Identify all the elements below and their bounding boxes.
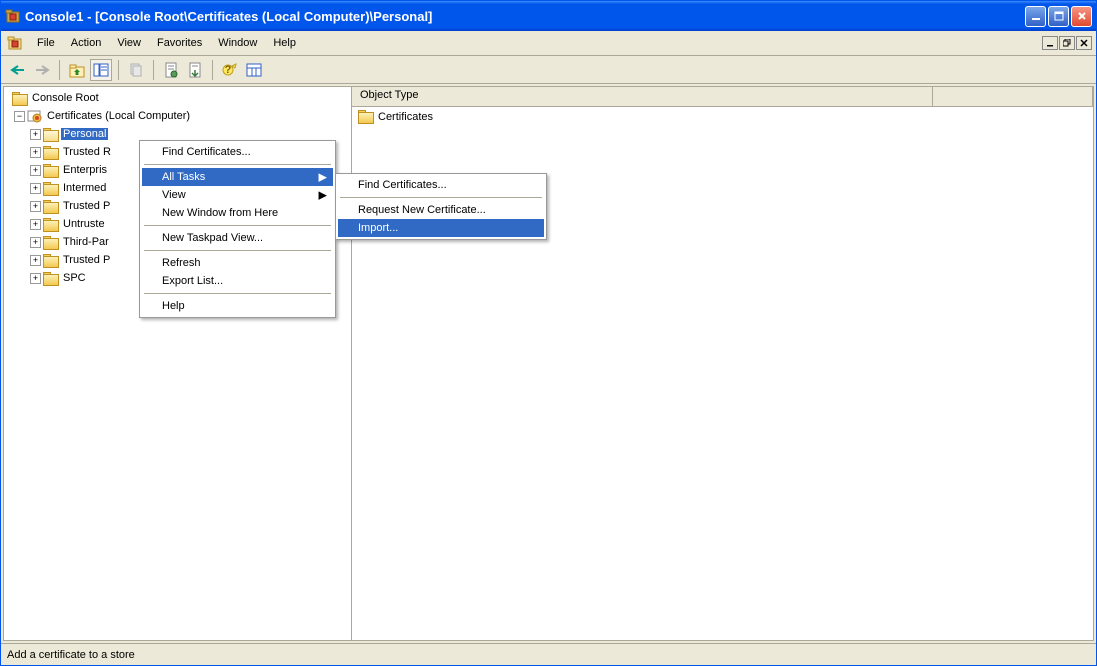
copy-button[interactable] — [125, 59, 147, 81]
folder-icon — [12, 92, 28, 105]
menu-favorites[interactable]: Favorites — [149, 33, 210, 53]
expand-icon[interactable]: + — [30, 273, 41, 284]
menu-separator — [144, 164, 331, 165]
folder-icon — [43, 254, 59, 267]
menu-refresh[interactable]: Refresh — [142, 254, 333, 272]
expand-icon[interactable]: + — [30, 183, 41, 194]
menu-view[interactable]: View — [109, 33, 149, 53]
menu-new-window[interactable]: New Window from Here — [142, 204, 333, 222]
context-submenu: Find Certificates... Request New Certifi… — [335, 173, 547, 240]
menu-action[interactable]: Action — [63, 33, 110, 53]
list-header[interactable]: Object Type — [352, 87, 1093, 107]
menu-separator — [144, 225, 331, 226]
mdi-minimize-button[interactable] — [1042, 36, 1058, 50]
submenu-arrow-icon: ▶ — [319, 171, 327, 184]
content-area: Console Root − Certificates (Local Compu… — [3, 86, 1094, 641]
folder-icon — [358, 110, 374, 123]
menu-view[interactable]: View▶ — [142, 186, 333, 204]
up-button[interactable] — [66, 59, 88, 81]
menu-help[interactable]: Help — [142, 297, 333, 315]
certificates-icon — [27, 108, 43, 124]
submenu-request-certificate[interactable]: Request New Certificate... — [338, 201, 544, 219]
mdi-buttons — [1042, 36, 1096, 50]
statusbar: Add a certificate to a store — [1, 643, 1096, 665]
menu-new-taskpad[interactable]: New Taskpad View... — [142, 229, 333, 247]
expand-icon[interactable]: + — [30, 165, 41, 176]
status-text: Add a certificate to a store — [7, 649, 135, 661]
tree-snapin[interactable]: − Certificates (Local Computer) — [8, 107, 351, 125]
minimize-button[interactable] — [1025, 6, 1046, 27]
expand-icon[interactable]: + — [30, 201, 41, 212]
expand-icon[interactable]: + — [30, 219, 41, 230]
folder-icon — [43, 146, 59, 159]
folder-icon — [43, 236, 59, 249]
folder-icon — [43, 218, 59, 231]
expand-icon[interactable]: + — [30, 237, 41, 248]
expand-icon[interactable]: + — [30, 147, 41, 158]
menu-window[interactable]: Window — [210, 33, 265, 53]
menu-separator — [340, 197, 542, 198]
window-buttons — [1025, 6, 1092, 27]
maximize-button[interactable] — [1048, 6, 1069, 27]
collapse-icon[interactable]: − — [14, 111, 25, 122]
submenu-find-certificates[interactable]: Find Certificates... — [338, 176, 544, 194]
toolbar-separator — [59, 60, 60, 80]
menu-file[interactable]: File — [29, 33, 63, 53]
toolbar-separator — [212, 60, 213, 80]
help-button[interactable]: ? — [219, 59, 241, 81]
tree-root[interactable]: Console Root — [8, 89, 351, 107]
list-item[interactable]: Certificates — [356, 109, 1089, 124]
expand-icon[interactable]: + — [30, 129, 41, 140]
menubar: File Action View Favorites Window Help — [29, 33, 1042, 53]
folder-icon — [43, 164, 59, 177]
mdi-close-button[interactable] — [1076, 36, 1092, 50]
menu-find-certificates[interactable]: Find Certificates... — [142, 143, 333, 161]
folder-icon — [43, 200, 59, 213]
menubar-container: File Action View Favorites Window Help — [1, 31, 1096, 56]
menu-help[interactable]: Help — [265, 33, 304, 53]
folder-icon — [43, 272, 59, 285]
document-icon — [5, 33, 25, 53]
submenu-import[interactable]: Import... — [338, 219, 544, 237]
menu-separator — [144, 293, 331, 294]
list-item-label: Certificates — [378, 111, 433, 123]
window-title: Console1 - [Console Root\Certificates (L… — [25, 9, 1025, 24]
submenu-arrow-icon: ▶ — [319, 189, 327, 202]
app-icon — [5, 8, 21, 24]
menu-separator — [144, 250, 331, 251]
folder-open-icon — [43, 128, 59, 141]
context-menu: Find Certificates... All Tasks▶ View▶ Ne… — [139, 140, 336, 318]
view-mode-button[interactable] — [243, 59, 265, 81]
properties-button[interactable] — [160, 59, 182, 81]
toolbar: ? — [1, 56, 1096, 84]
svg-text:?: ? — [225, 64, 232, 76]
export-button[interactable] — [184, 59, 206, 81]
menu-all-tasks[interactable]: All Tasks▶ — [142, 168, 333, 186]
forward-button[interactable] — [31, 59, 53, 81]
toolbar-separator — [118, 60, 119, 80]
titlebar[interactable]: Console1 - [Console Root\Certificates (L… — [1, 1, 1096, 31]
close-button[interactable] — [1071, 6, 1092, 27]
mdi-restore-button[interactable] — [1059, 36, 1075, 50]
folder-icon — [43, 182, 59, 195]
list-pane[interactable]: Object Type Certificates — [352, 87, 1093, 640]
column-object-type[interactable]: Object Type — [352, 87, 933, 106]
back-button[interactable] — [7, 59, 29, 81]
expand-icon[interactable]: + — [30, 255, 41, 266]
show-hide-tree-button[interactable] — [90, 59, 112, 81]
toolbar-separator — [153, 60, 154, 80]
menu-export-list[interactable]: Export List... — [142, 272, 333, 290]
mmc-window: Console1 - [Console Root\Certificates (L… — [0, 0, 1097, 666]
